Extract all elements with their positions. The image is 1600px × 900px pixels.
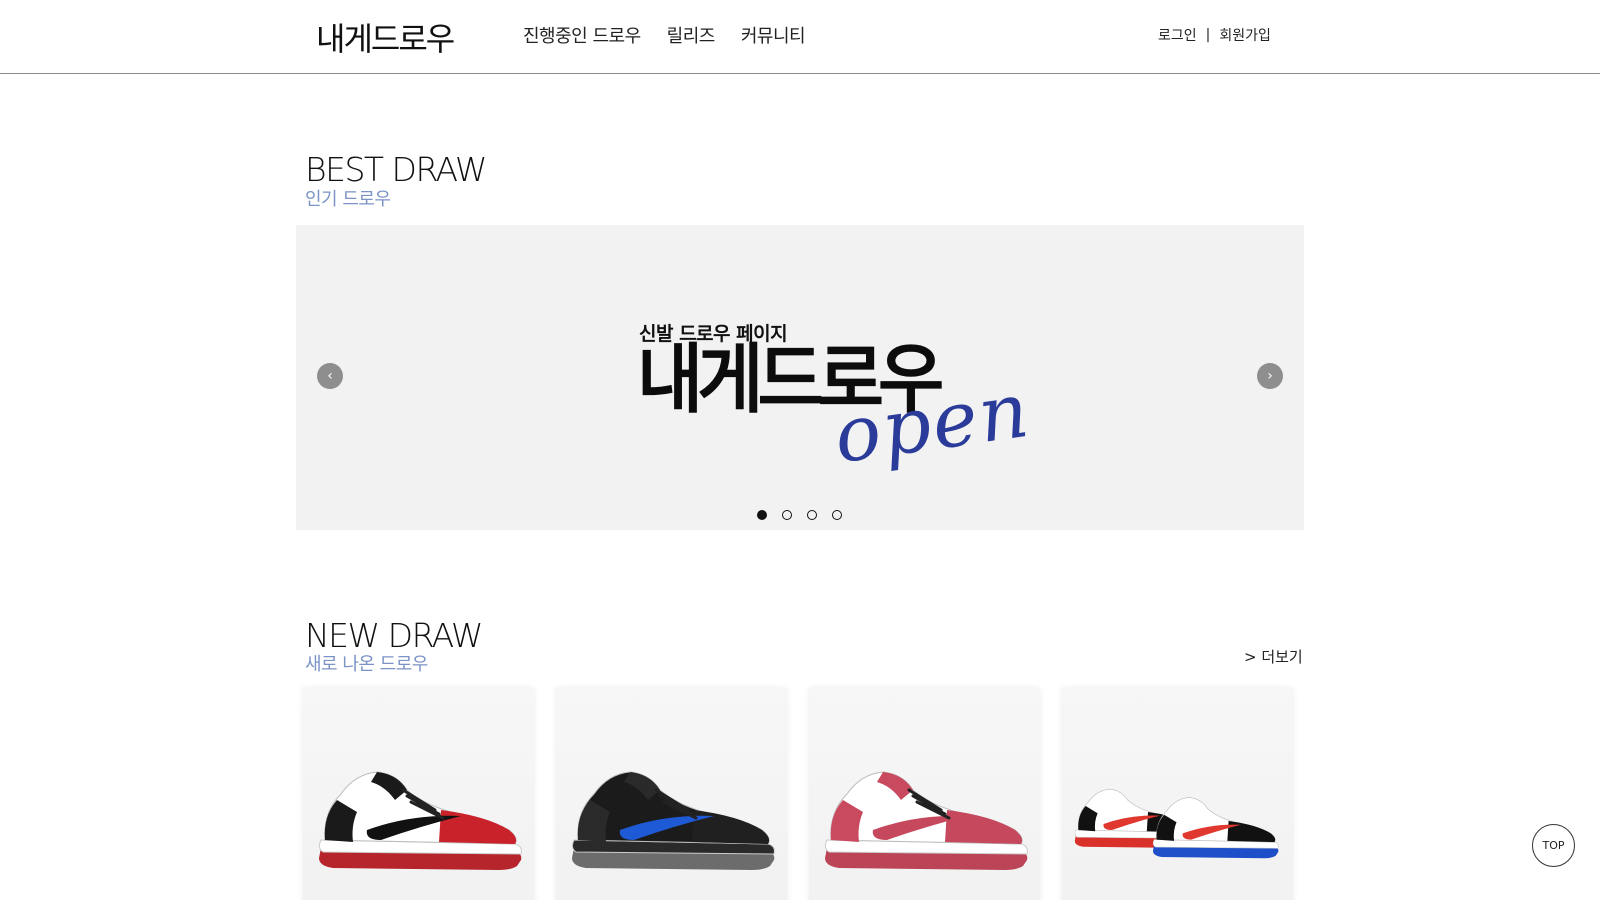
nav-item-community[interactable]: 커뮤니티 bbox=[741, 22, 806, 48]
chevron-left-icon: ‹ bbox=[327, 368, 333, 384]
product-card[interactable] bbox=[303, 688, 534, 900]
sneaker-red-black-icon bbox=[318, 771, 522, 870]
nav-item-release[interactable]: 릴리즈 bbox=[667, 22, 716, 48]
carousel-dot-4[interactable] bbox=[832, 510, 842, 520]
site-header: 내게드로우 진행중인 드로우 릴리즈 커뮤니티 로그인 | 회원가입 bbox=[0, 0, 1600, 74]
sneaker-black-blue-icon bbox=[571, 771, 775, 870]
nav-item-ongoing-draw[interactable]: 진행중인 드로우 bbox=[523, 22, 641, 48]
new-draw-title: NEW DRAW bbox=[305, 616, 484, 655]
carousel-dot-1[interactable] bbox=[757, 510, 767, 520]
carousel-pagination bbox=[757, 510, 842, 520]
auth-links: 로그인 | 회원가입 bbox=[1158, 25, 1271, 45]
chevron-right-icon: › bbox=[1267, 368, 1273, 384]
new-draw-list bbox=[303, 688, 1293, 900]
carousel-dot-3[interactable] bbox=[807, 510, 817, 520]
more-link[interactable]: > 더보기 bbox=[1244, 646, 1303, 667]
best-draw-title: BEST DRAW bbox=[305, 150, 487, 189]
best-draw-subtitle: 인기 드로우 bbox=[305, 189, 391, 210]
site-logo[interactable]: 내게드로우 bbox=[316, 14, 455, 60]
carousel-prev-button[interactable]: ‹ bbox=[317, 363, 343, 389]
main-nav: 진행중인 드로우 릴리즈 커뮤니티 bbox=[523, 22, 806, 48]
product-card[interactable] bbox=[1062, 688, 1293, 900]
carousel-next-button[interactable]: › bbox=[1257, 363, 1283, 389]
sneaker-pink-white-icon bbox=[824, 771, 1028, 870]
banner-script-text: open bbox=[828, 364, 1036, 481]
best-draw-carousel: ‹ 신발 드로우 페이지 내게드로우 open › bbox=[296, 225, 1304, 530]
sneaker-pair-tricolor-icon bbox=[1074, 788, 1279, 859]
product-card[interactable] bbox=[556, 688, 787, 900]
signup-link[interactable]: 회원가입 bbox=[1219, 25, 1271, 45]
login-link[interactable]: 로그인 bbox=[1158, 25, 1197, 45]
auth-separator: | bbox=[1205, 27, 1211, 43]
carousel-dot-2[interactable] bbox=[782, 510, 792, 520]
product-card[interactable] bbox=[809, 688, 1040, 900]
scroll-top-button[interactable]: TOP bbox=[1532, 824, 1575, 867]
new-draw-subtitle: 새로 나온 드로우 bbox=[305, 654, 428, 675]
